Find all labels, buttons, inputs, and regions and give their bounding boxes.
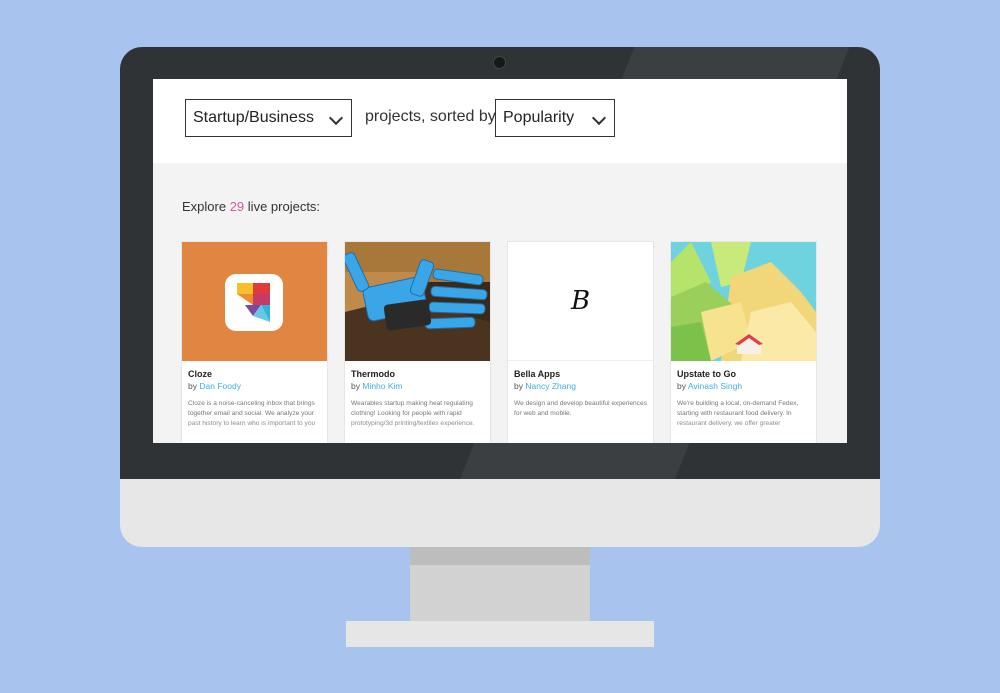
card-title[interactable]: Thermodo bbox=[351, 369, 395, 379]
sort-select[interactable]: Popularity bbox=[495, 99, 615, 137]
cloze-logo-icon bbox=[225, 274, 283, 331]
card-author-link[interactable]: Dan Foody bbox=[199, 381, 241, 391]
explore-prefix: Explore bbox=[182, 199, 227, 214]
card-fade bbox=[182, 418, 327, 443]
stand-shadow bbox=[410, 547, 590, 565]
bella-apps-logo: B bbox=[570, 286, 591, 316]
card-byline: by Dan Foody bbox=[188, 381, 241, 391]
byline-prefix: by bbox=[351, 381, 360, 391]
upstate-to-go-thumbnail bbox=[671, 242, 816, 361]
monitor-stand-foot bbox=[346, 621, 654, 647]
project-card-bella-apps[interactable]: B Bella Apps by Nancy Zhang We design an… bbox=[508, 242, 653, 443]
card-author-link[interactable]: Nancy Zhang bbox=[525, 381, 576, 391]
byline-prefix: by bbox=[188, 381, 197, 391]
card-author-link[interactable]: Minho Kim bbox=[362, 381, 402, 391]
card-title[interactable]: Bella Apps bbox=[514, 369, 560, 379]
filter-bar: Startup/Business projects, sorted by Pop… bbox=[153, 79, 847, 163]
explore-suffix: live projects: bbox=[247, 199, 321, 214]
byline-prefix: by bbox=[677, 381, 686, 391]
filter-connector-text: projects, sorted by bbox=[365, 108, 496, 125]
card-fade bbox=[671, 418, 816, 443]
card-description: We design and develop beautiful experien… bbox=[514, 400, 647, 417]
monitor-chin bbox=[120, 479, 880, 547]
thermodo-thumbnail bbox=[345, 242, 490, 361]
card-byline: by Avinash Singh bbox=[677, 381, 742, 391]
card-title[interactable]: Cloze bbox=[188, 369, 212, 379]
byline-prefix: by bbox=[514, 381, 523, 391]
project-count-heading: Explore 29 live projects: bbox=[182, 199, 320, 214]
monitor-stand-neck bbox=[410, 547, 590, 621]
screen: Startup/Business projects, sorted by Pop… bbox=[153, 79, 847, 443]
category-select[interactable]: Startup/Business bbox=[185, 99, 352, 137]
sort-select-value: Popularity bbox=[503, 109, 575, 126]
project-card-upstate-to-go[interactable]: Upstate to Go by Avinash Singh We're bui… bbox=[671, 242, 816, 443]
project-card-thermodo[interactable]: Thermodo by Minho Kim Wearables startup … bbox=[345, 242, 490, 443]
card-title[interactable]: Upstate to Go bbox=[677, 369, 736, 379]
project-card-cloze[interactable]: Cloze by Dan Foody Cloze is a noise-canc… bbox=[182, 242, 327, 443]
webcam-icon bbox=[493, 56, 506, 69]
project-grid: Cloze by Dan Foody Cloze is a noise-canc… bbox=[182, 242, 822, 443]
cloze-thumbnail bbox=[182, 242, 327, 361]
chevron-down-icon bbox=[591, 110, 607, 126]
card-fade bbox=[508, 418, 653, 443]
robotic-hand-image bbox=[345, 242, 490, 361]
project-count: 29 bbox=[229, 199, 245, 214]
bella-apps-thumbnail: B bbox=[508, 242, 653, 361]
category-select-value: Startup/Business bbox=[193, 109, 314, 126]
chevron-down-icon bbox=[328, 110, 344, 126]
card-byline: by Minho Kim bbox=[351, 381, 403, 391]
card-byline: by Nancy Zhang bbox=[514, 381, 576, 391]
lowpoly-landscape-image bbox=[671, 242, 816, 361]
card-fade bbox=[345, 418, 490, 443]
card-author-link[interactable]: Avinash Singh bbox=[688, 381, 742, 391]
